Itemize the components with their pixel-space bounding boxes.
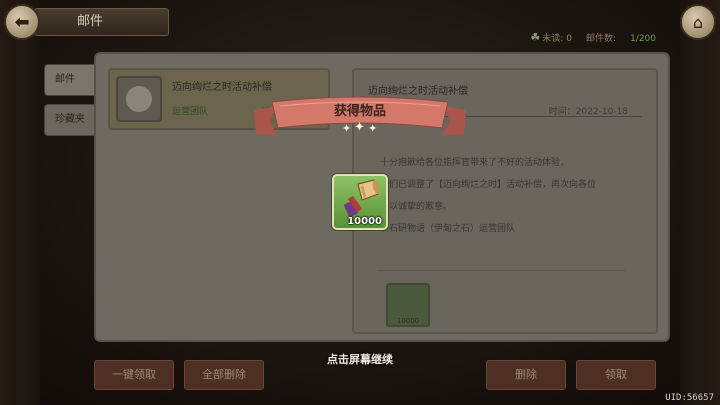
sparkle-icon: ✦ (368, 122, 378, 135)
modal-title: 获得物品 (333, 104, 386, 119)
sparkle-icon: ✦ (342, 122, 352, 135)
hammer-item-icon (344, 179, 380, 217)
reward-item-count: 10000 (347, 216, 382, 227)
tap-to-continue-text[interactable]: 点击屏幕继续 (0, 351, 720, 367)
sparkle-icon: ✦ (354, 120, 365, 135)
reward-ribbon: 获得物品 ✦ ✦ ✦ (254, 96, 466, 144)
reward-item-slot[interactable]: 10000 (332, 174, 388, 230)
